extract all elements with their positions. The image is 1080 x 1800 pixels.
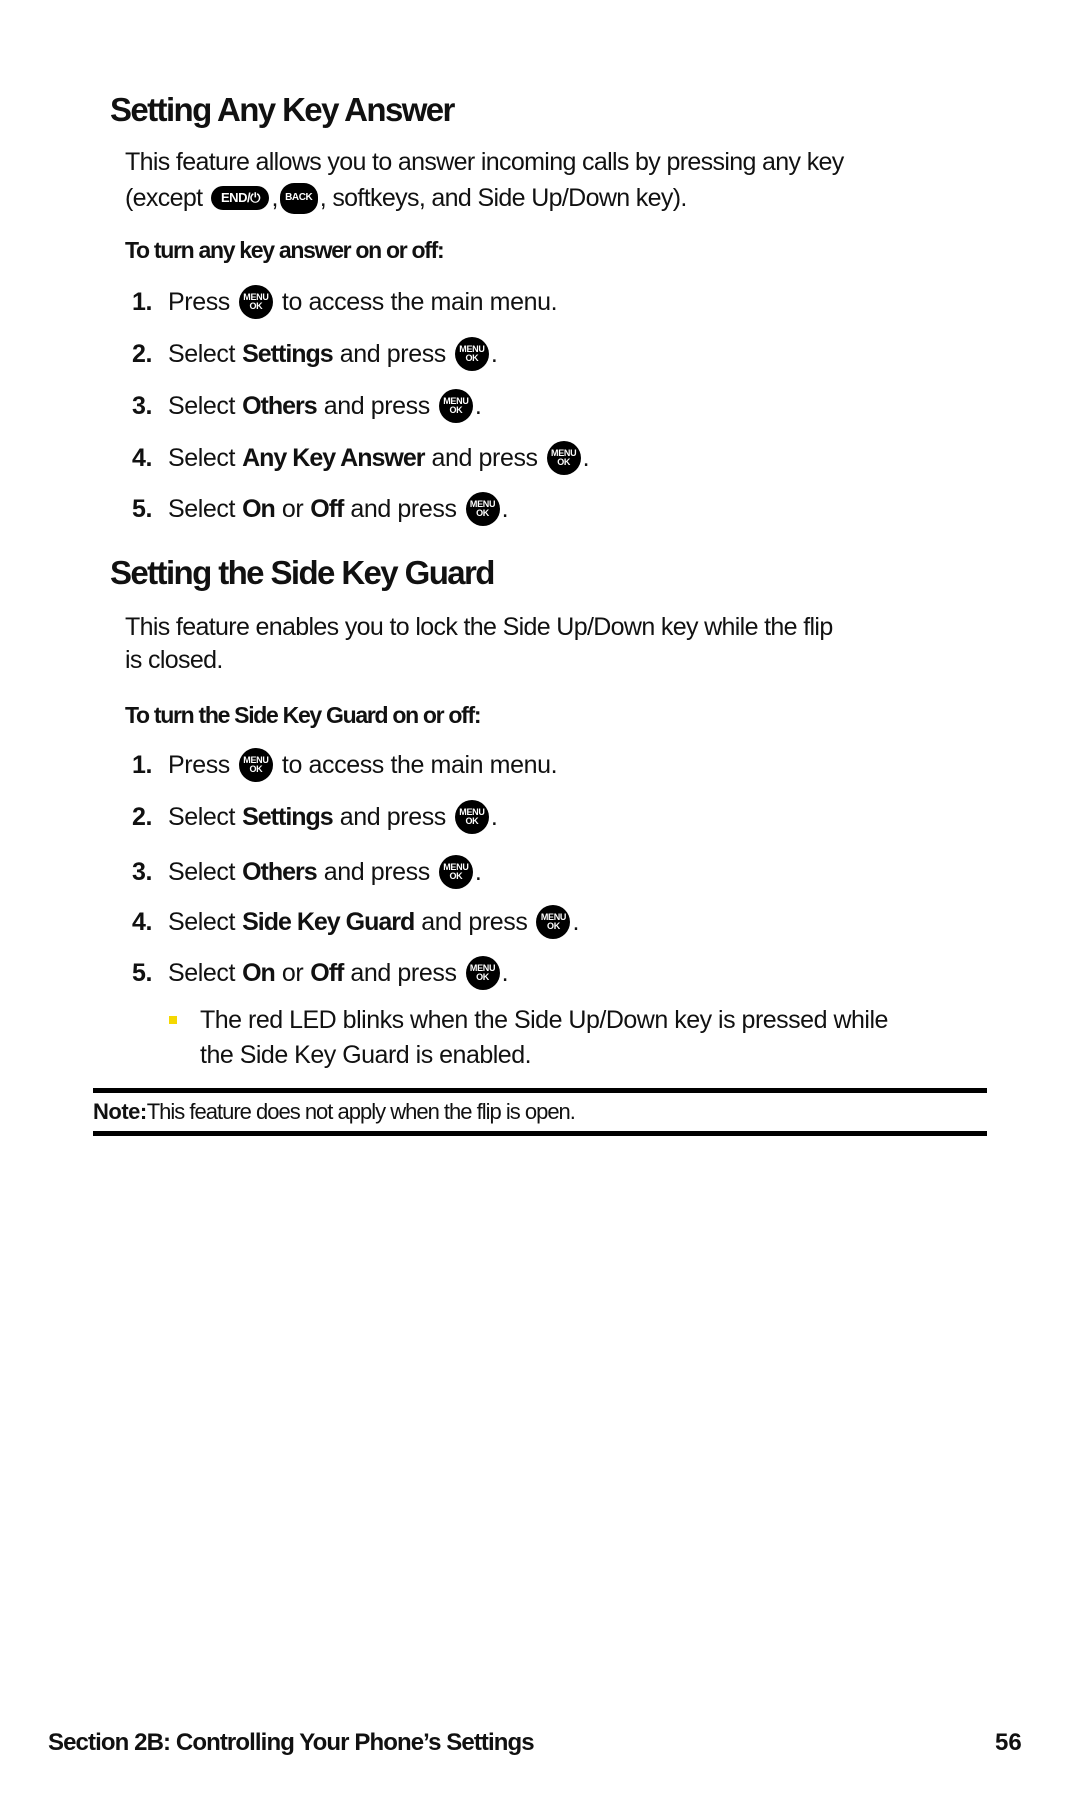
step-text: Select (168, 803, 236, 831)
step-text: and press (421, 908, 528, 936)
step-text: or (281, 959, 304, 987)
step-number: 3. (132, 858, 153, 886)
step-text: Select (168, 959, 236, 987)
footer-section-title: Section 2B: Controlling Your Phone’s Set… (48, 1729, 535, 1756)
bullet-square-icon (169, 1016, 177, 1024)
intro-suffix: , softkeys, and Side Up/Down key). (319, 184, 688, 212)
step-number: 5. (132, 959, 153, 987)
option-on: On (242, 495, 276, 523)
instructions-heading: To turn any key answer on or off: (125, 237, 445, 263)
step-number: 5. (132, 495, 153, 523)
section-title-any-key-answer: Setting Any Key Answer (110, 91, 455, 128)
step-number: 3. (132, 392, 153, 420)
end-power-key-icon: END/⏻ (211, 186, 270, 210)
menu-ok-key-icon: MENU OK (238, 285, 273, 319)
note: Note:This feature does not apply when th… (93, 1097, 576, 1127)
step-text: Select (168, 495, 236, 523)
menu-ok-key-icon: MENU OK (438, 389, 473, 423)
step-item: 3. Select Others and press MENU OK . (132, 854, 482, 890)
note-label: Note: (93, 1099, 147, 1124)
intro-separator: , (271, 184, 278, 212)
step-text: Select (168, 858, 236, 886)
step-item: 5. Select On or Off and press MENU OK . (132, 491, 508, 527)
bullet-text-line-2: the Side Key Guard is enabled. (200, 1041, 532, 1069)
menu-ok-key-icon: MENU OK (238, 748, 273, 782)
intro-text-line-2: is closed. (125, 646, 223, 674)
step-text: Press (168, 751, 230, 779)
bullet-text-line-1: The red LED blinks when the Side Up/Down… (200, 1006, 888, 1034)
option-off: Off (310, 959, 344, 987)
menu-ok-key-icon: MENU OK (454, 337, 489, 371)
intro-text-line-1: This feature allows you to answer incomi… (125, 148, 844, 176)
step-text: Select (168, 444, 236, 472)
menu-option-name: Any Key Answer (242, 444, 425, 472)
menu-ok-key-icon: MENU OK (438, 855, 473, 889)
section-title-side-key-guard: Setting the Side Key Guard (110, 554, 495, 591)
step-text: and press (339, 803, 447, 831)
intro-text-line-2: (except END/⏻ , BACK , softkeys, and Sid… (125, 180, 687, 216)
step-text: and press (323, 858, 431, 886)
menu-ok-key-icon: MENU OK (454, 800, 489, 834)
menu-option-name: Settings (242, 803, 334, 831)
step-text: to access the main menu. (281, 751, 558, 779)
page-number: 56 (995, 1729, 1022, 1756)
step-text: and press (350, 495, 457, 523)
step-item: 4. Select Side Key Guard and press MENU O… (132, 904, 579, 940)
note-bottom-rule (93, 1131, 987, 1136)
step-item: 5. Select On or Off and press MENU OK . (132, 955, 508, 991)
option-on: On (242, 959, 276, 987)
step-text: Select (168, 392, 236, 420)
step-number: 1. (132, 288, 153, 316)
step-item: 2. Select Settings and press MENU OK . (132, 799, 498, 835)
menu-option-name: Settings (242, 340, 334, 368)
back-key-icon: BACK (279, 182, 318, 214)
menu-ok-key-icon: MENU OK (465, 492, 500, 526)
step-number: 4. (132, 444, 153, 472)
intro-prefix: (except (125, 184, 203, 212)
step-item: 3. Select Others and press MENU OK . (132, 388, 482, 424)
menu-ok-key-icon: MENU OK (465, 956, 500, 990)
step-text: to access the main menu. (281, 288, 558, 316)
step-text: Select (168, 908, 236, 936)
option-off: Off (310, 495, 344, 523)
step-text: Press (168, 288, 230, 316)
step-text: and press (339, 340, 447, 368)
menu-option-name: Others (242, 858, 318, 886)
step-number: 2. (132, 803, 153, 831)
step-item: 4. Select Any Key Answer and press MENU O… (132, 440, 590, 476)
step-item: 1. Press MENU OK to access the main menu. (132, 747, 558, 783)
step-number: 1. (132, 751, 153, 779)
step-text: or (281, 495, 304, 523)
step-text: and press (431, 444, 538, 472)
instructions-heading: To turn the Side Key Guard on or off: (125, 702, 482, 728)
step-number: 2. (132, 340, 153, 368)
menu-ok-key-icon: MENU OK (536, 905, 571, 939)
menu-option-name: Others (242, 392, 318, 420)
intro-text-line-1: This feature enables you to lock the Sid… (125, 613, 833, 641)
step-item: 2. Select Settings and press MENU OK . (132, 336, 498, 372)
note-top-rule (93, 1088, 987, 1093)
note-text: This feature does not apply when the fli… (146, 1099, 576, 1124)
step-item: 1. Press MENU OK to access the main menu. (132, 284, 558, 320)
step-text: and press (350, 959, 457, 987)
step-text: Select (168, 340, 236, 368)
menu-ok-key-icon: MENU OK (546, 441, 581, 475)
step-number: 4. (132, 908, 153, 936)
step-text: and press (323, 392, 431, 420)
menu-option-name: Side Key Guard (242, 908, 415, 936)
